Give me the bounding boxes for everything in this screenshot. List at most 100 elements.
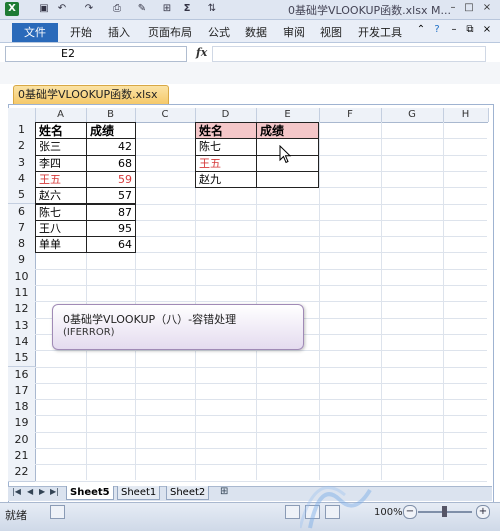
table2-name-cell[interactable]: 陈七 (195, 138, 257, 156)
tab-formulas[interactable]: 公式 (208, 24, 230, 40)
row-header-10[interactable]: 10 (8, 268, 36, 286)
first-sheet-icon[interactable]: |◀ (12, 487, 21, 496)
minimize-window-icon[interactable]: – (447, 23, 461, 37)
insert-sheet-icon[interactable]: ⊞ (220, 486, 228, 497)
print-preview-icon[interactable]: ⎙ (110, 2, 124, 16)
row-header-16[interactable]: 16 (8, 366, 36, 384)
row-header-13[interactable]: 13 (8, 317, 36, 335)
row-gridline (35, 301, 487, 303)
sheet-tab-sheet2[interactable]: Sheet2 (166, 486, 210, 500)
table1-header-name[interactable]: 姓名 (35, 122, 87, 140)
prev-sheet-icon[interactable]: ◀ (27, 487, 33, 496)
close-workbook-icon[interactable]: × (480, 23, 494, 37)
tab-insert[interactable]: 插入 (108, 24, 130, 40)
table1-score-cell[interactable]: 42 (86, 138, 136, 156)
row-gridline (35, 285, 487, 286)
row-gridline (35, 464, 487, 466)
table1-score-cell[interactable]: 87 (86, 203, 136, 221)
chevron-up-icon[interactable]: ⌃ (414, 23, 428, 37)
tab-home[interactable]: 开始 (70, 24, 92, 40)
column-header-e[interactable]: E (256, 108, 320, 122)
select-all-corner[interactable] (8, 108, 36, 122)
row-header-17[interactable]: 17 (8, 382, 36, 401)
row-header-9[interactable]: 9 (8, 252, 36, 270)
row-header-12[interactable]: 12 (8, 301, 36, 319)
name-box[interactable]: E2 (5, 46, 187, 62)
row-header-19[interactable]: 19 (8, 415, 36, 433)
formula-input[interactable] (212, 46, 486, 62)
column-header-c[interactable]: C (135, 108, 196, 122)
row-header-3[interactable]: 3 (8, 154, 36, 172)
column-header-d[interactable]: D (195, 108, 257, 122)
sheet-tab-sheet1[interactable]: Sheet1 (117, 486, 161, 500)
tab-page-layout[interactable]: 页面布局 (148, 24, 192, 40)
table1-name-cell[interactable]: 李四 (35, 154, 87, 172)
normal-view-icon[interactable] (285, 505, 300, 519)
last-sheet-icon[interactable]: ▶| (50, 487, 59, 496)
tab-view[interactable]: 视图 (320, 24, 342, 40)
row-header-14[interactable]: 14 (8, 333, 36, 352)
column-header-a[interactable]: A (35, 108, 87, 122)
autosum-icon[interactable]: Σ (180, 2, 194, 16)
restore-window-icon[interactable]: ⧉ (463, 23, 477, 37)
row-header-1[interactable]: 1 (8, 122, 36, 140)
table2-header-name[interactable]: 姓名 (195, 122, 257, 140)
table1-name-cell[interactable]: 王五 (35, 170, 87, 189)
row-gridline (35, 366, 487, 368)
row-header-11[interactable]: 11 (8, 285, 36, 303)
row-header-18[interactable]: 18 (8, 399, 36, 417)
table2-score-cell[interactable] (256, 170, 319, 189)
minimize-button[interactable]: – (446, 1, 460, 15)
table1-name-cell[interactable]: 王八 (35, 219, 87, 238)
sort-icon[interactable]: ⇅ (205, 2, 219, 16)
row-header-7[interactable]: 7 (8, 219, 36, 238)
table1-name-cell[interactable]: 单单 (35, 236, 87, 254)
borders-icon[interactable]: ⊞ (160, 2, 174, 16)
help-icon[interactable]: ? (430, 23, 444, 37)
row-header-8[interactable]: 8 (8, 236, 36, 254)
row-header-4[interactable]: 4 (8, 170, 36, 189)
workbook-tab[interactable]: 0基础学VLOOKUP函数.xlsx (13, 85, 169, 104)
macro-record-icon[interactable] (50, 505, 65, 519)
undo-icon[interactable]: ↶ (55, 2, 69, 16)
tab-review[interactable]: 审阅 (283, 24, 305, 40)
table1-score-cell[interactable]: 68 (86, 154, 136, 172)
table2-name-cell[interactable]: 赵九 (195, 170, 257, 189)
row-header-5[interactable]: 5 (8, 187, 36, 205)
row-header-22[interactable]: 22 (8, 464, 36, 482)
save-icon[interactable]: ▣ (37, 2, 51, 16)
table1-name-cell[interactable]: 赵六 (35, 187, 87, 205)
table2-header-score[interactable]: 成绩 (256, 122, 319, 140)
redo-icon[interactable]: ↷ (82, 2, 96, 16)
mouse-cursor-icon (279, 145, 292, 164)
excel-icon[interactable]: X (5, 2, 19, 16)
tab-data[interactable]: 数据 (245, 24, 267, 40)
column-header-g[interactable]: G (381, 108, 444, 122)
next-sheet-icon[interactable]: ▶ (39, 487, 45, 496)
table1-name-cell[interactable]: 张三 (35, 138, 87, 156)
close-button[interactable]: × (480, 1, 494, 15)
row-header-2[interactable]: 2 (8, 138, 36, 156)
file-tab[interactable]: 文件 (12, 23, 58, 42)
fx-icon[interactable]: fx (196, 46, 207, 59)
restore-button[interactable]: □ (462, 1, 476, 15)
name-box-value: E2 (61, 47, 75, 60)
row-header-20[interactable]: 20 (8, 431, 36, 449)
format-painter-icon[interactable]: ✎ (135, 2, 149, 16)
table1-score-cell[interactable]: 95 (86, 219, 136, 238)
site-watermark-logo (300, 485, 372, 529)
table1-score-cell[interactable]: 59 (86, 170, 136, 189)
sheet-tab-sheet5[interactable]: Sheet5 (66, 486, 114, 500)
column-header-h[interactable]: H (443, 108, 489, 122)
table1-score-cell[interactable]: 57 (86, 187, 136, 205)
table2-name-cell[interactable]: 王五 (195, 154, 257, 172)
row-header-21[interactable]: 21 (8, 448, 36, 466)
column-header-f[interactable]: F (319, 108, 382, 122)
row-header-6[interactable]: 6 (8, 203, 36, 221)
row-header-15[interactable]: 15 (8, 350, 36, 368)
column-header-b[interactable]: B (86, 108, 136, 122)
tab-developer[interactable]: 开发工具 (358, 24, 402, 40)
table1-score-cell[interactable]: 64 (86, 236, 136, 254)
table1-header-score[interactable]: 成绩 (86, 122, 136, 140)
table1-name-cell[interactable]: 陈七 (35, 203, 87, 221)
